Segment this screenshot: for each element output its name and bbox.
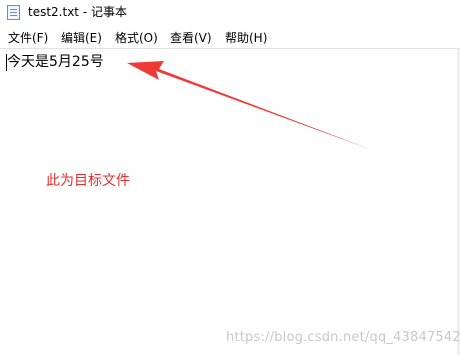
menu-format[interactable]: 格式(O) [115, 30, 158, 46]
window-title: test2.txt - 记事本 [28, 5, 127, 19]
text-editor-area[interactable]: 今天是5月25号 [0, 48, 460, 356]
menu-help[interactable]: 帮助(H) [225, 30, 267, 46]
watermark-text: https://blog.csdn.net/qq_43847542 [226, 330, 460, 345]
menu-file[interactable]: 文件(F) [8, 30, 48, 46]
annotation-label: 此为目标文件 [46, 173, 130, 189]
menu-view[interactable]: 查看(V) [170, 30, 212, 46]
menu-bar: 文件(F) 编辑(E) 格式(O) 查看(V) 帮助(H) [0, 28, 460, 48]
title-bar: test2.txt - 记事本 [0, 0, 460, 26]
document-text: 今天是5月25号 [7, 54, 104, 70]
notepad-icon [7, 5, 20, 20]
menu-edit[interactable]: 编辑(E) [61, 30, 102, 46]
